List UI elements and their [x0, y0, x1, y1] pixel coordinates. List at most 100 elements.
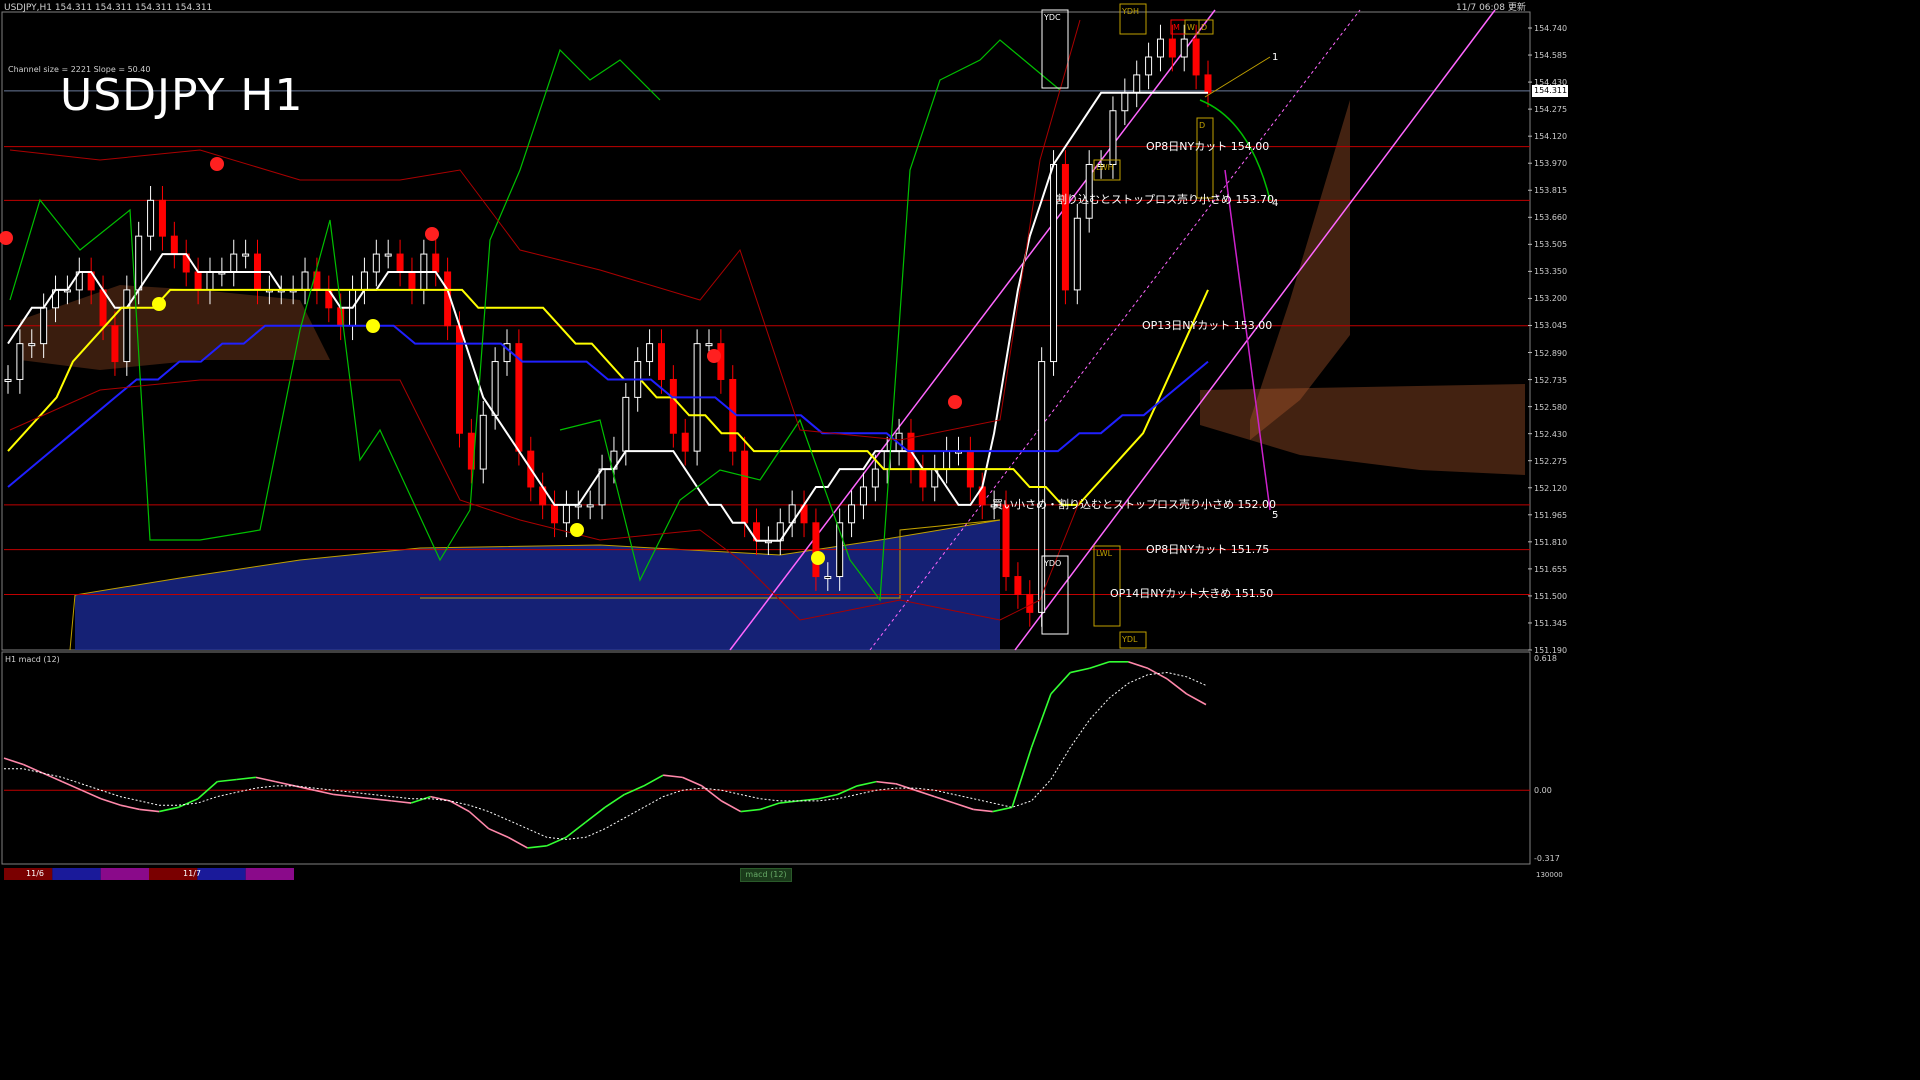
- chart-title: USDJPY H1: [60, 70, 304, 121]
- candle-body: [28, 343, 36, 347]
- macd-line-segment: [818, 793, 838, 800]
- macd-line-segment: [23, 763, 44, 774]
- y-tick-label: 154.275: [1534, 105, 1568, 115]
- chart-canvas[interactable]: [0, 0, 1568, 882]
- macd-line-segment: [333, 793, 354, 798]
- macd-line-segment: [1011, 747, 1033, 808]
- macd-line-segment: [876, 780, 896, 785]
- macd-line-segment: [720, 800, 742, 813]
- bottom-right-value: 130000: [1536, 871, 1563, 879]
- macd-tab[interactable]: macd (12): [740, 868, 792, 882]
- macd-line-segment: [1050, 672, 1071, 695]
- candle-body: [1180, 38, 1188, 58]
- y-tick-label: 152.275: [1534, 456, 1568, 466]
- y-tick-label: 152.735: [1534, 375, 1568, 385]
- candle-body: [919, 468, 927, 488]
- candle-body: [384, 253, 392, 257]
- candle-body: [491, 361, 499, 416]
- candle-body: [812, 522, 820, 578]
- candle-body: [551, 504, 559, 524]
- candle-body: [729, 378, 737, 452]
- macd-line-segment: [682, 776, 703, 787]
- y-tick-label: 153.045: [1534, 321, 1568, 331]
- marker-label-YDL: YDL: [1122, 635, 1138, 644]
- price-level-label: 割り込むとストップロス売り小さめ 153.70: [1056, 193, 1274, 207]
- macd-line-segment: [1089, 661, 1110, 670]
- macd-line-segment: [236, 776, 257, 781]
- candle-body: [170, 235, 178, 255]
- macd-line-segment: [701, 785, 722, 802]
- candle-body: [598, 468, 606, 506]
- candle-body: [1204, 74, 1212, 94]
- macd-line-segment: [585, 806, 606, 823]
- buy-signal-icon: [366, 319, 380, 333]
- time-strip-segment: [245, 868, 294, 880]
- macd-line-segment: [953, 802, 974, 811]
- macd-line-segment: [488, 827, 509, 838]
- macd-signal-line: [4, 671, 1207, 840]
- kumo-cloud-blue: [75, 520, 1000, 650]
- candle-body: [432, 253, 440, 273]
- macd-line-segment: [740, 808, 761, 813]
- macd-line-segment: [42, 772, 63, 783]
- date-label-2: 11/7: [183, 869, 201, 878]
- y-tick-label: 152.580: [1534, 402, 1568, 412]
- date-label-1: 11/6: [26, 869, 44, 878]
- candle-body: [1133, 74, 1141, 94]
- macd-line-segment: [1186, 693, 1207, 706]
- candle-body: [586, 504, 594, 508]
- marker-label-YDH: YDH: [1122, 7, 1140, 16]
- macd-line-segment: [275, 780, 295, 787]
- candle-body: [16, 343, 24, 380]
- candle-body: [1002, 504, 1010, 578]
- y-tick-label: 154.585: [1534, 51, 1568, 61]
- update-time: 11/7 06:08 更新: [1456, 3, 1526, 13]
- macd-line-segment: [100, 797, 121, 806]
- price-level-label: OP8日NYカット 154.00: [1146, 139, 1270, 153]
- candle-body: [158, 199, 166, 237]
- y-tick-label: 154.740: [1534, 24, 1568, 33]
- macd-line-segment: [120, 804, 140, 811]
- candle-body: [147, 199, 155, 237]
- macd-line-segment: [391, 800, 412, 804]
- y-tick-label: 151.345: [1534, 618, 1568, 628]
- wave-number-1: 1: [1272, 52, 1279, 63]
- candle-body: [562, 504, 570, 524]
- y-tick-label: 151.655: [1534, 564, 1568, 574]
- candle-body: [242, 253, 250, 257]
- buy-signal-icon: [811, 551, 825, 565]
- candle-body: [646, 343, 654, 363]
- macd-title: H1 macd (12): [5, 655, 60, 664]
- macd-line-segment: [255, 776, 276, 783]
- kumo-cloud-orange-right: [1200, 384, 1525, 475]
- y-tick-label: 151.965: [1534, 510, 1568, 520]
- price-level-label: OP13日NYカット 153.00: [1142, 318, 1273, 332]
- macd-line-segment: [372, 797, 392, 802]
- candle-body: [1109, 110, 1117, 165]
- price-level-label: OP8日NYカット 151.75: [1146, 542, 1270, 556]
- y-tick-label: 152.120: [1534, 483, 1568, 493]
- macd-line-segment: [527, 845, 547, 849]
- candle-body: [859, 486, 867, 506]
- sell-signal-icon: [707, 349, 721, 363]
- marker-label-D: D: [1199, 121, 1206, 130]
- candle-body: [1145, 56, 1153, 76]
- candle-body: [372, 253, 380, 273]
- macd-line-segment: [449, 800, 470, 813]
- candle-body: [824, 576, 832, 580]
- candle-body: [1014, 576, 1022, 595]
- chart-window: USDJPY,H1 154.311 154.311 154.311 154.31…: [0, 0, 1568, 882]
- sell-signal-icon: [0, 231, 13, 245]
- macd-line-segment: [314, 789, 334, 796]
- candle-body: [622, 396, 630, 452]
- sell-signal-icon: [948, 395, 962, 409]
- marker-label-YDC: YDC: [1044, 13, 1061, 22]
- marker-label-LWL: LWL: [1096, 549, 1113, 558]
- candle-body: [1085, 163, 1093, 219]
- candle-body: [99, 289, 107, 327]
- macd-line-segment: [1166, 678, 1188, 695]
- macd-line-segment: [217, 778, 237, 783]
- candle-body: [1156, 38, 1164, 58]
- macd-tick-label: 0.618: [1534, 654, 1557, 663]
- time-strip-segment: [52, 868, 101, 880]
